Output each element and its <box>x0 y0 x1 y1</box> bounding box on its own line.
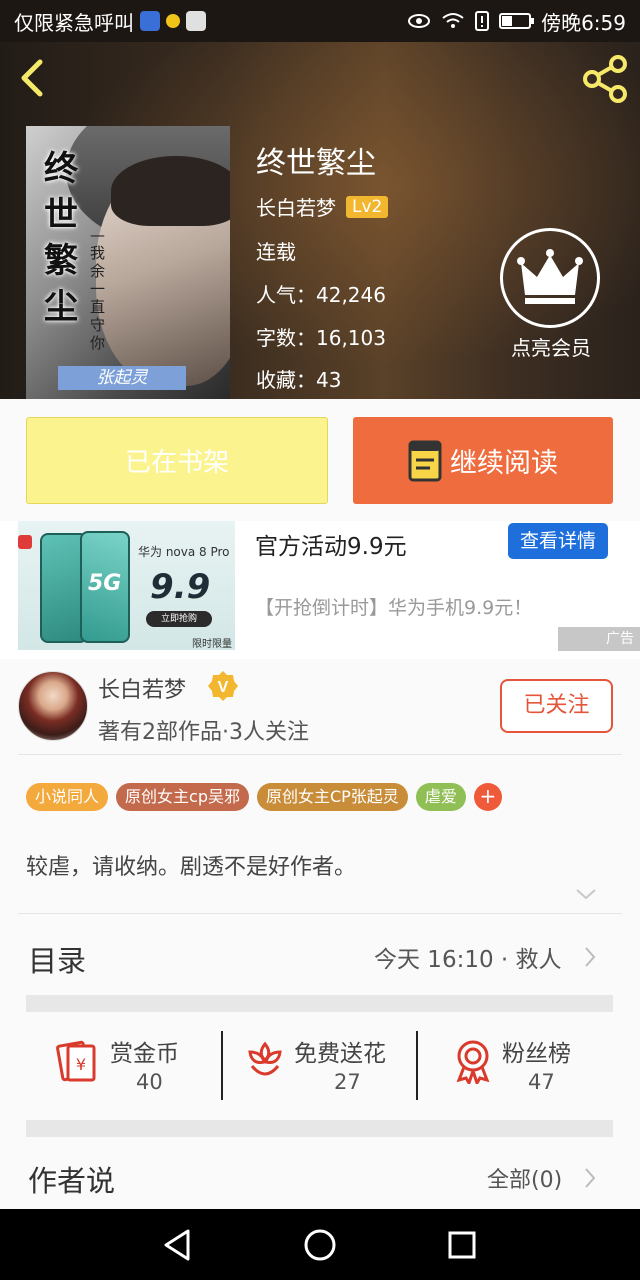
word-count-stat: 字数：16,103 <box>256 326 386 350</box>
wifi-icon <box>442 13 464 28</box>
ad-buy-label: 立即抢购 <box>146 611 212 627</box>
fan-ranking-button[interactable]: 粉丝榜 47 <box>450 1030 590 1100</box>
crown-icon <box>517 249 583 304</box>
lightbulb-app-icon <box>166 14 180 28</box>
continue-reading-label: 继续阅读 <box>450 448 558 479</box>
tag-item[interactable]: 小说同人 <box>26 783 109 811</box>
reward-coins-button[interactable]: ¥ 赏金币 40 <box>54 1030 204 1100</box>
ad-title[interactable]: 官方活动9.9元 <box>255 527 407 561</box>
cover-subtitle: —我余一直守你 <box>90 226 106 352</box>
chevron-down-icon[interactable] <box>574 886 598 902</box>
section-separator <box>26 1120 613 1137</box>
author-level-badge: Lv2 <box>346 195 389 218</box>
system-nav-bar <box>0 1209 640 1280</box>
continue-reading-button[interactable]: 继续阅读 <box>353 417 613 504</box>
ad-logo-icon <box>18 535 32 549</box>
svg-text:V: V <box>218 679 229 696</box>
baidu-app-icon <box>140 11 160 31</box>
favorites-stat: 收藏：43 <box>256 368 342 392</box>
author-says-label[interactable]: 作者说 <box>28 1158 115 1200</box>
add-tag-button[interactable]: + <box>473 783 502 811</box>
ad-limited-label: 限时限量 <box>192 639 232 650</box>
follow-button[interactable]: 已关注 <box>500 679 613 733</box>
word-count-value: 16,103 <box>316 326 386 350</box>
ad-description[interactable]: 【开抢倒计时】华为手机9.9元！ <box>255 593 532 620</box>
author-card-name[interactable]: 长白若梦 <box>98 672 186 704</box>
chevron-right-icon[interactable] <box>583 1166 597 1190</box>
fan-ranking-label: 粉丝榜 <box>502 1041 571 1067</box>
send-flower-value: 27 <box>334 1070 361 1094</box>
ad-image[interactable]: 5G 华为 nova 8 Pro 9.9 立即抢购 限时限量 <box>18 521 235 650</box>
book-cover[interactable]: 终世繁尘 —我余一直守你 张起灵 <box>26 126 230 399</box>
book-status: 连载 <box>256 240 296 264</box>
medal-icon <box>456 1040 490 1084</box>
member-button[interactable] <box>500 228 600 328</box>
divider <box>221 1031 223 1100</box>
ad-banner[interactable]: 5G 华为 nova 8 Pro 9.9 立即抢购 限时限量 官方活动9.9元 … <box>0 521 640 659</box>
book-header: 终世繁尘 —我余一直守你 张起灵 终世繁尘 长白若梦 Lv2 连载 人气：42,… <box>0 42 640 399</box>
author-meta: 著有2部作品·3人关注 <box>98 720 309 745</box>
back-triangle-icon[interactable] <box>160 1227 196 1263</box>
on-shelf-button[interactable]: 已在书架 <box>26 417 328 504</box>
verified-badge-icon: V <box>208 671 238 701</box>
divider <box>416 1031 418 1100</box>
ad-tag: 广告 <box>558 627 640 651</box>
divider <box>18 913 622 914</box>
ad-model: 华为 nova 8 Pro <box>138 545 230 559</box>
favorites-value: 43 <box>316 368 342 392</box>
on-shelf-label: 已在书架 <box>124 448 229 478</box>
eye-icon <box>408 14 431 28</box>
qq-app-icon <box>186 11 206 31</box>
ad-details-button[interactable]: 查看详情 <box>508 523 608 559</box>
red-envelope-icon: ¥ <box>56 1040 96 1082</box>
ad-5g-label: 5G <box>88 571 122 596</box>
cover-title: 终世繁尘 <box>44 149 78 327</box>
book-author-name[interactable]: 长白若梦 <box>256 192 336 221</box>
popularity-stat: 人气：42,246 <box>256 283 386 307</box>
chevron-right-icon[interactable] <box>583 945 597 969</box>
divider <box>18 754 622 755</box>
status-notice: 仅限紧急呼叫 <box>14 10 134 35</box>
book-intro: 较虐，请收纳。剧透不是好作者。 <box>26 855 357 880</box>
fan-ranking-value: 47 <box>528 1070 555 1094</box>
toc-label[interactable]: 目录 <box>28 938 86 980</box>
tag-item[interactable]: 原创女主CP张起灵 <box>256 783 408 811</box>
share-icon[interactable] <box>580 54 630 104</box>
reward-coins-label: 赏金币 <box>110 1041 179 1067</box>
status-time: 傍晚6:59 <box>541 10 626 35</box>
book-icon <box>408 440 442 481</box>
author-avatar[interactable] <box>18 671 88 741</box>
toc-latest-chapter[interactable]: 今天 16:10 · 救人 <box>374 940 562 974</box>
tag-item[interactable]: 虐爱 <box>415 783 466 811</box>
send-flower-label: 免费送花 <box>294 1041 386 1067</box>
svg-text:¥: ¥ <box>76 1055 86 1074</box>
cover-author-tag: 张起灵 <box>58 366 186 390</box>
battery-icon <box>499 13 535 29</box>
home-circle-icon[interactable] <box>302 1227 338 1263</box>
chevron-left-icon[interactable] <box>14 58 54 98</box>
alert-icon <box>475 11 490 31</box>
send-flower-button[interactable]: 免费送花 27 <box>242 1030 412 1100</box>
book-author-row: 长白若梦 Lv2 <box>256 192 389 221</box>
flower-icon <box>248 1041 282 1076</box>
reward-coins-value: 40 <box>136 1070 163 1094</box>
section-separator <box>26 995 613 1012</box>
book-title: 终世繁尘 <box>256 146 376 181</box>
status-bar: 仅限紧急呼叫 傍晚6:59 <box>0 0 640 42</box>
tag-list: 小说同人 原创女主cp吴邪 原创女主CP张起灵 虐爱 + <box>26 783 502 811</box>
recents-square-icon[interactable] <box>444 1227 480 1263</box>
member-label[interactable]: 点亮会员 <box>496 332 606 361</box>
author-says-all[interactable]: 全部(0) <box>487 1162 562 1194</box>
tag-item[interactable]: 原创女主cp吴邪 <box>116 783 249 811</box>
popularity-value: 42,246 <box>316 283 386 307</box>
ad-price: 9.9 <box>150 567 211 607</box>
